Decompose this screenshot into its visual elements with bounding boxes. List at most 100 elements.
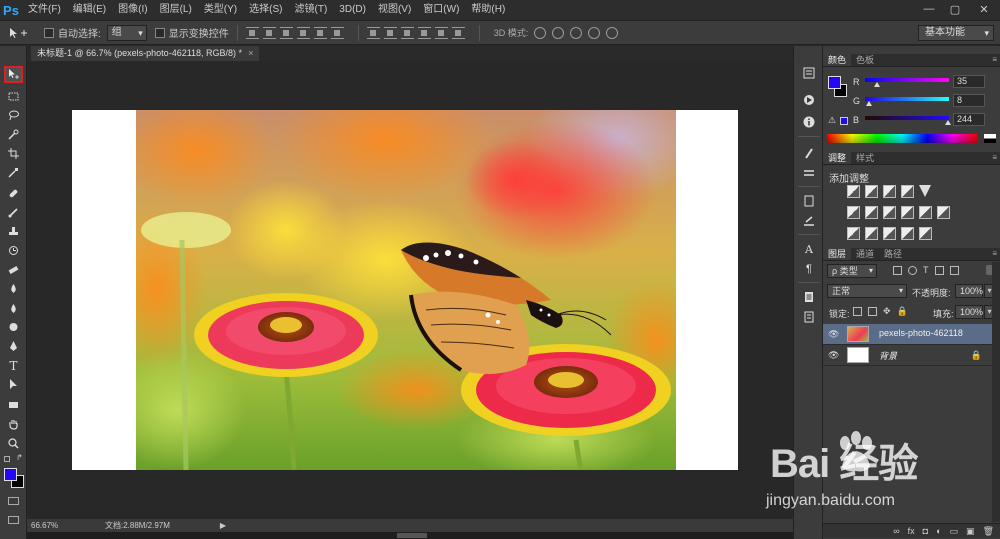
layers-vertical-scrollbar[interactable]	[992, 262, 1000, 522]
brush-tool-icon[interactable]	[4, 204, 23, 221]
maximize-button[interactable]: ▢	[942, 0, 968, 18]
history-panel-icon[interactable]	[801, 66, 817, 80]
zoom-level[interactable]: 66.67%	[27, 521, 71, 530]
pen-tool-icon[interactable]	[4, 338, 23, 355]
link-layers-icon[interactable]: ∞	[893, 526, 899, 536]
new-group-icon[interactable]: ▭	[950, 526, 959, 537]
type-tool-icon[interactable]: T	[4, 357, 23, 374]
layer-filter-dropdown[interactable]: ρ 类型	[827, 264, 877, 278]
swap-colors-icon[interactable]: ↱	[16, 453, 23, 462]
b-slider-thumb[interactable]	[945, 120, 951, 125]
panel-menu-icon[interactable]: ≡	[992, 55, 997, 64]
new-adjustment-layer-icon[interactable]: ◐	[936, 526, 941, 536]
photo-filter-icon[interactable]	[901, 206, 914, 219]
black-white-swatch[interactable]	[984, 134, 996, 143]
lock-position-icon[interactable]: ✥	[883, 307, 891, 316]
show-transform-checkbox[interactable]	[154, 27, 165, 38]
menu-type[interactable]: 类型(Y)	[198, 0, 243, 20]
comps-panel-icon[interactable]	[801, 310, 817, 324]
minimize-button[interactable]: —	[916, 0, 942, 18]
channel-mixer-icon[interactable]	[919, 206, 932, 219]
auto-select-checkbox[interactable]	[44, 27, 54, 38]
distribute-right-icon[interactable]	[451, 26, 465, 39]
curves-icon[interactable]	[883, 185, 896, 198]
exposure-icon[interactable]	[901, 185, 914, 198]
layer-row[interactable]: 👁 pexels-photo-462118	[823, 324, 992, 345]
menu-view[interactable]: 视图(V)	[372, 0, 417, 20]
brush-panel-icon[interactable]	[801, 166, 817, 180]
menu-window[interactable]: 窗口(W)	[417, 0, 465, 20]
3d-scale-icon[interactable]	[606, 26, 619, 39]
3d-roll-icon[interactable]	[552, 26, 565, 39]
foreground-color-swatch[interactable]	[4, 468, 17, 481]
quick-mask-icon[interactable]	[8, 497, 19, 505]
b-value-field[interactable]: 244	[953, 113, 985, 126]
menu-image[interactable]: 图像(I)	[112, 0, 153, 20]
layer-row[interactable]: 👁 背景 🔒	[823, 345, 992, 366]
distribute-top-icon[interactable]	[366, 26, 380, 39]
screen-mode-icon[interactable]	[8, 516, 19, 524]
menu-file[interactable]: 文件(F)	[22, 0, 67, 20]
tab-color[interactable]: 颜色	[823, 54, 852, 66]
filter-type-icon[interactable]: T	[923, 266, 929, 275]
history-brush-tool-icon[interactable]	[4, 242, 23, 259]
tool-presets-icon[interactable]	[801, 214, 817, 228]
menu-3d[interactable]: 3D(D)	[333, 0, 372, 20]
gradient-tool-icon[interactable]	[4, 280, 23, 297]
visibility-eye-icon[interactable]: 👁	[828, 350, 839, 361]
add-mask-icon[interactable]: ◘	[923, 526, 928, 536]
distribute-bottom-icon[interactable]	[400, 26, 414, 39]
rectangle-tool-icon[interactable]	[4, 396, 23, 413]
gamut-color-swatch[interactable]	[840, 117, 848, 125]
lock-transparent-icon[interactable]	[853, 307, 862, 316]
align-left-icon[interactable]	[296, 26, 310, 39]
r-value-field[interactable]: 35	[953, 75, 985, 88]
panel-menu-icon[interactable]: ≡	[992, 249, 997, 258]
opacity-field[interactable]: 100%	[955, 284, 983, 298]
invert-icon[interactable]	[847, 227, 860, 240]
distribute-left-icon[interactable]	[417, 26, 431, 39]
crop-tool-icon[interactable]	[4, 145, 23, 162]
path-select-tool-icon[interactable]	[4, 376, 23, 393]
eraser-tool-icon[interactable]	[4, 261, 23, 278]
canvas-area[interactable]	[27, 61, 793, 519]
actions-panel-icon[interactable]	[801, 93, 817, 107]
tab-channels[interactable]: 通道	[851, 248, 879, 260]
color-lookup-icon[interactable]	[937, 206, 950, 219]
color-spectrum-bar[interactable]	[827, 134, 977, 143]
hue-saturation-icon[interactable]	[847, 206, 860, 219]
menu-layer[interactable]: 图层(L)	[154, 0, 198, 20]
dodge-tool-icon[interactable]	[4, 319, 23, 336]
delete-layer-icon[interactable]: 🗑	[983, 526, 994, 537]
layer-style-icon[interactable]: fx	[908, 526, 915, 536]
brightness-contrast-icon[interactable]	[847, 185, 860, 198]
healing-brush-tool-icon[interactable]	[4, 185, 23, 202]
auto-select-dropdown[interactable]: 组	[106, 24, 147, 41]
close-button[interactable]: ✕	[968, 0, 1000, 18]
r-slider-thumb[interactable]	[874, 82, 880, 87]
layer-name[interactable]: 背景	[879, 349, 897, 362]
move-tool[interactable]	[4, 66, 23, 83]
gradient-map-icon[interactable]	[901, 227, 914, 240]
brush-presets-icon[interactable]	[801, 146, 817, 160]
move-tool-preset-icon[interactable]	[0, 27, 36, 39]
align-top-icon[interactable]	[245, 26, 259, 39]
filter-pixel-icon[interactable]	[893, 266, 902, 275]
threshold-icon[interactable]	[883, 227, 896, 240]
notes-panel-icon[interactable]	[801, 290, 817, 304]
distribute-vcenter-icon[interactable]	[383, 26, 397, 39]
quick-select-tool-icon[interactable]	[4, 126, 23, 143]
selective-color-icon[interactable]	[919, 227, 932, 240]
menu-select[interactable]: 选择(S)	[243, 0, 288, 20]
character-panel-icon[interactable]: A	[801, 242, 817, 256]
align-hcenter-icon[interactable]	[313, 26, 327, 39]
eyedropper-tool-icon[interactable]	[4, 164, 23, 181]
3d-rotate-icon[interactable]	[534, 26, 547, 39]
menu-help[interactable]: 帮助(H)	[465, 0, 511, 20]
g-slider-track[interactable]	[865, 97, 949, 101]
visibility-eye-icon[interactable]: 👁	[828, 329, 839, 340]
distribute-hcenter-icon[interactable]	[434, 26, 448, 39]
horizontal-scrollbar[interactable]	[27, 532, 793, 539]
info-panel-icon[interactable]	[801, 115, 817, 129]
menu-edit[interactable]: 编辑(E)	[67, 0, 112, 20]
